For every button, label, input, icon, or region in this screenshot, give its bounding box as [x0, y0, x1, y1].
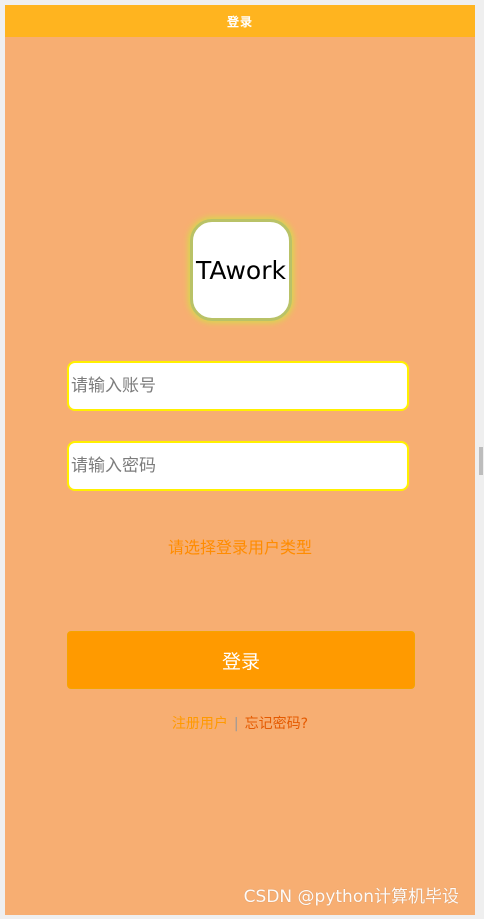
screen-frame: 登录 TAwork 请选择登录用户类型 登录 注册用户 | 忘记密码? CSDN @…: [0, 0, 484, 919]
bottom-links: 注册用户 | 忘记密码?: [5, 713, 475, 733]
links-separator: |: [233, 716, 239, 732]
watermark: CSDN @python计算机毕设: [243, 887, 459, 907]
app-logo: TAwork: [190, 219, 292, 321]
title-bar: 登录: [5, 5, 475, 37]
register-link[interactable]: 注册用户: [172, 716, 228, 732]
forgot-password-link[interactable]: 忘记密码?: [245, 716, 308, 732]
login-button[interactable]: 登录: [67, 631, 415, 689]
username-input[interactable]: [67, 361, 409, 411]
phone-screen: 登录 TAwork 请选择登录用户类型 登录 注册用户 | 忘记密码? CSDN @…: [5, 5, 475, 915]
scrollbar-handle[interactable]: [479, 447, 483, 475]
logo-text: TAwork: [196, 255, 286, 285]
password-input[interactable]: [67, 441, 409, 491]
page-title: 登录: [226, 14, 253, 29]
user-type-selector[interactable]: 请选择登录用户类型: [5, 534, 475, 558]
